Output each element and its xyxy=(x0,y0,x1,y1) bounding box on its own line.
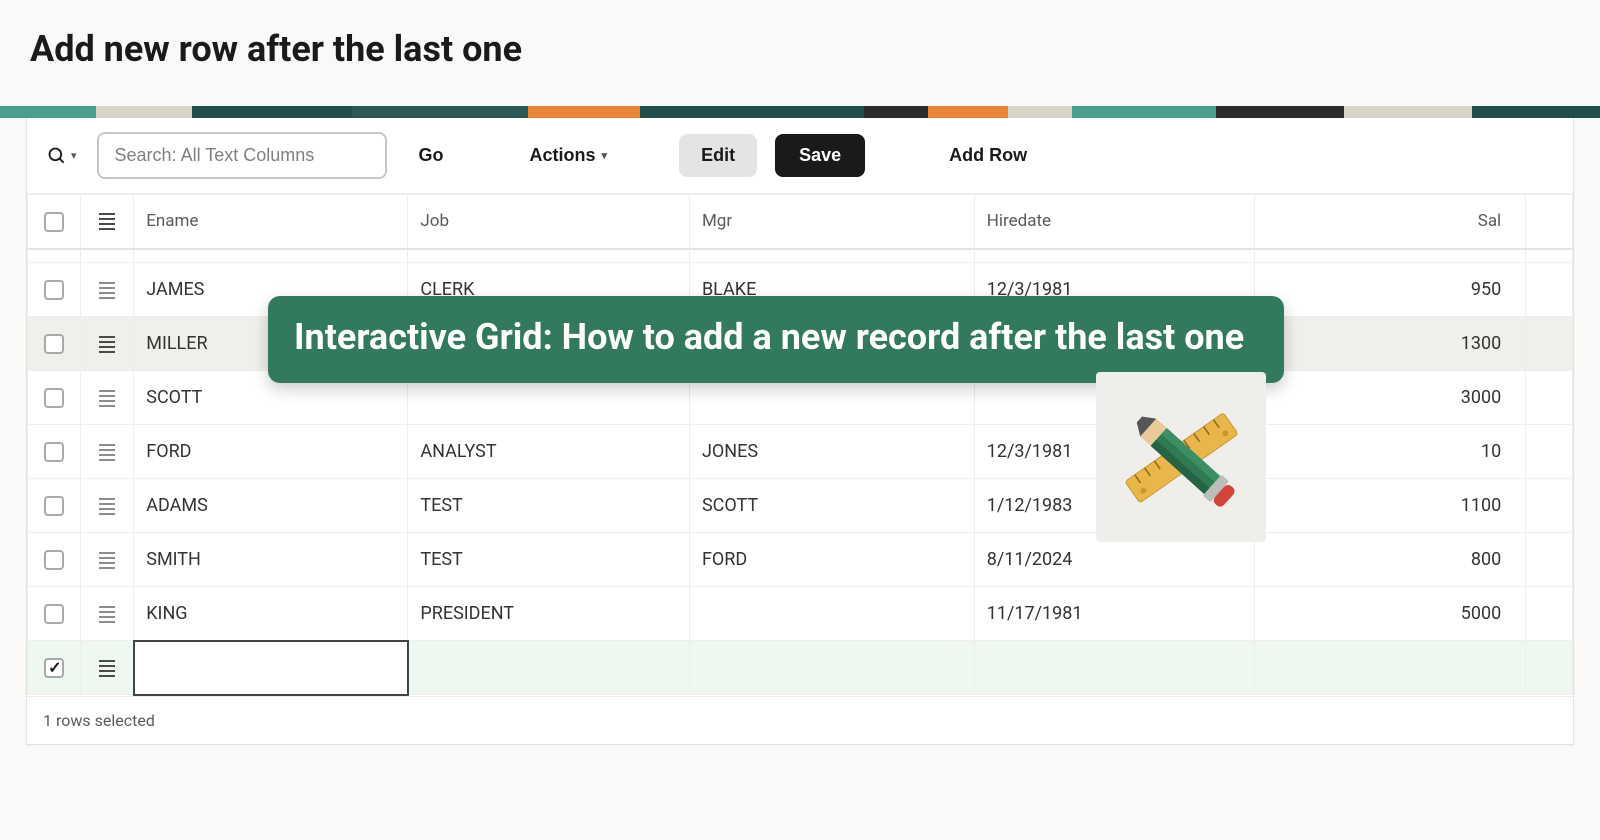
col-sal[interactable]: Sal xyxy=(1255,195,1526,249)
grid-footer-status: 1 rows selected xyxy=(27,696,1573,744)
table-row[interactable]: ADAMS TEST SCOTT 1/12/1983 1100 xyxy=(28,479,1573,533)
ename-input[interactable] xyxy=(135,642,407,694)
col-extra xyxy=(1526,195,1573,249)
cell-job[interactable] xyxy=(408,641,690,695)
save-button[interactable]: Save xyxy=(775,134,865,177)
cell-mgr[interactable]: JONES xyxy=(689,425,974,479)
row-menu-icon[interactable] xyxy=(99,444,115,461)
chevron-down-icon: ▾ xyxy=(71,149,77,162)
cell-job[interactable]: PRESIDENT xyxy=(408,587,690,641)
data-grid: Ename Job Mgr Hiredate Sal JAMES CLERK B… xyxy=(27,194,1573,696)
cell-sal[interactable]: 10 xyxy=(1255,425,1526,479)
cell-ename[interactable]: FORD xyxy=(134,425,408,479)
overlay-title-banner: Interactive Grid: How to add a new recor… xyxy=(268,296,1284,383)
cell-job[interactable]: TEST xyxy=(408,479,690,533)
table-row-new[interactable] xyxy=(28,641,1573,695)
table-row[interactable]: KING PRESIDENT 11/17/1981 5000 xyxy=(28,587,1573,641)
header-row: Ename Job Mgr Hiredate Sal xyxy=(28,195,1573,249)
table-row[interactable]: SMITH TEST FORD 8/11/2024 800 xyxy=(28,533,1573,587)
col-job[interactable]: Job xyxy=(408,195,690,249)
cell-sal[interactable]: 1300 xyxy=(1255,317,1526,371)
cell-mgr[interactable]: SCOTT xyxy=(689,479,974,533)
row-checkbox[interactable] xyxy=(44,280,64,300)
add-row-button[interactable]: Add Row xyxy=(935,135,1041,176)
row-checkbox[interactable] xyxy=(44,388,64,408)
grid-toolbar: ▾ Go Actions ▾ Edit Save Add Row xyxy=(27,118,1573,194)
search-icon xyxy=(47,146,67,166)
actions-label: Actions xyxy=(530,145,596,166)
cell-job[interactable]: TEST xyxy=(408,533,690,587)
search-column-menu[interactable]: ▾ xyxy=(45,142,79,170)
row-checkbox[interactable] xyxy=(44,334,64,354)
row-menu-icon[interactable] xyxy=(99,498,115,515)
row-checkbox[interactable] xyxy=(44,658,64,678)
col-ename[interactable]: Ename xyxy=(134,195,408,249)
cell-ename[interactable]: ADAMS xyxy=(134,479,408,533)
interactive-grid-region: ▾ Go Actions ▾ Edit Save Add Row Ename J… xyxy=(26,118,1574,745)
chevron-down-icon: ▾ xyxy=(602,149,608,162)
go-button[interactable]: Go xyxy=(405,135,458,176)
cell-mgr[interactable] xyxy=(689,587,974,641)
row-menu-icon[interactable] xyxy=(99,282,115,299)
table-row-partial xyxy=(28,249,1573,263)
cell-sal[interactable] xyxy=(1255,641,1526,695)
cell-job[interactable]: ANALYST xyxy=(408,425,690,479)
decorative-strip xyxy=(0,106,1600,118)
cell-sal[interactable]: 1100 xyxy=(1255,479,1526,533)
cell-ename[interactable]: SMITH xyxy=(134,533,408,587)
header-row-menu-icon[interactable] xyxy=(99,213,115,230)
table-row[interactable]: FORD ANALYST JONES 12/3/1981 10 xyxy=(28,425,1573,479)
col-mgr[interactable]: Mgr xyxy=(689,195,974,249)
row-menu-icon[interactable] xyxy=(99,390,115,407)
cell-mgr[interactable]: FORD xyxy=(689,533,974,587)
row-menu-icon[interactable] xyxy=(99,606,115,623)
select-all-checkbox[interactable] xyxy=(44,212,64,232)
row-checkbox[interactable] xyxy=(44,604,64,624)
cell-ename-edit[interactable] xyxy=(134,641,408,695)
actions-menu-button[interactable]: Actions ▾ xyxy=(516,135,622,176)
edit-button[interactable]: Edit xyxy=(679,134,757,177)
row-checkbox[interactable] xyxy=(44,496,64,516)
col-hiredate[interactable]: Hiredate xyxy=(974,195,1255,249)
cell-hiredate[interactable] xyxy=(974,641,1255,695)
cell-sal[interactable]: 5000 xyxy=(1255,587,1526,641)
cell-mgr[interactable] xyxy=(689,641,974,695)
row-menu-icon[interactable] xyxy=(99,336,115,353)
overlay-pencil-ruler-icon xyxy=(1096,372,1266,542)
row-checkbox[interactable] xyxy=(44,442,64,462)
cell-hiredate[interactable]: 11/17/1981 xyxy=(974,587,1255,641)
cell-ename[interactable]: KING xyxy=(134,587,408,641)
row-menu-icon[interactable] xyxy=(99,552,115,569)
row-checkbox[interactable] xyxy=(44,550,64,570)
cell-sal[interactable]: 800 xyxy=(1255,533,1526,587)
cell-sal[interactable]: 3000 xyxy=(1255,371,1526,425)
search-input[interactable] xyxy=(97,132,387,179)
row-menu-icon[interactable] xyxy=(99,660,115,677)
cell-sal[interactable]: 950 xyxy=(1255,263,1526,317)
page-title: Add new row after the last one xyxy=(30,28,1570,70)
